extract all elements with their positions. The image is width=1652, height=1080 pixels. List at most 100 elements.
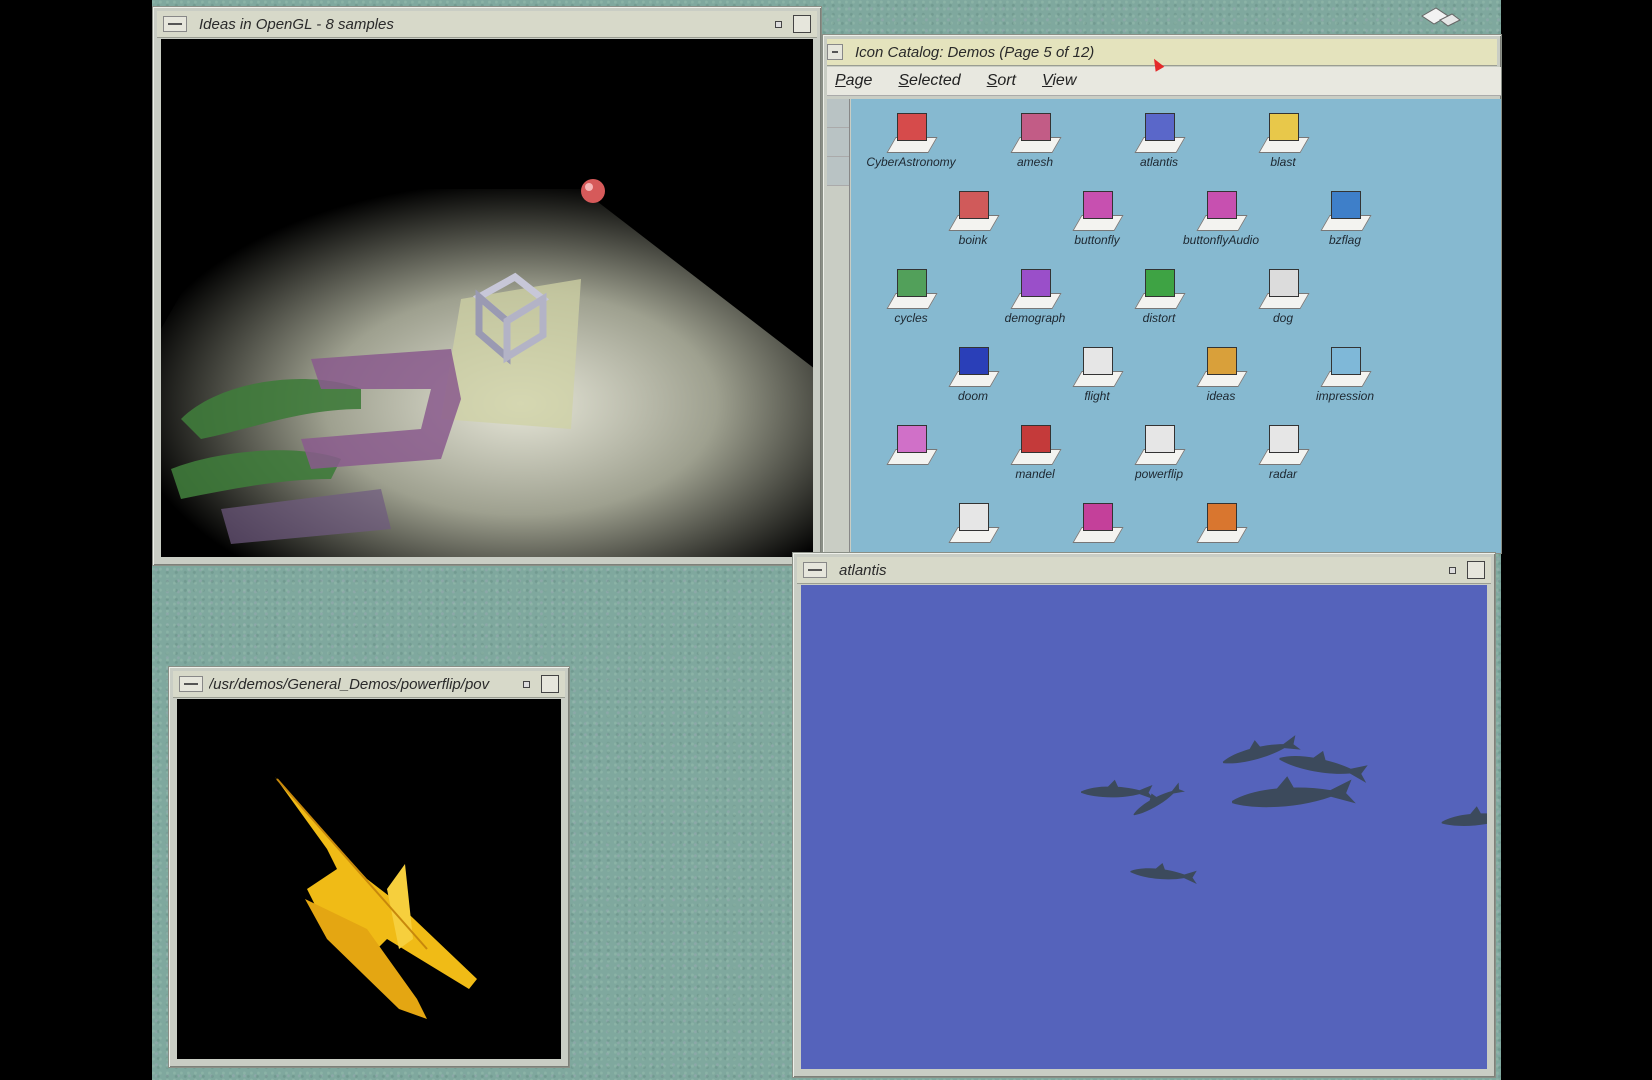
app-icon	[1257, 111, 1310, 153]
catalog-icon[interactable]: distort	[1103, 267, 1215, 325]
maximize-icon[interactable]	[793, 15, 811, 33]
shark	[1441, 806, 1487, 826]
catalog-icon[interactable]: amesh	[979, 111, 1091, 169]
icon-art	[1145, 425, 1175, 453]
catalog-icon[interactable]: buttonfly	[1041, 189, 1153, 247]
yellow-plane-render	[275, 777, 477, 1019]
menu-selected[interactable]: Selected	[898, 72, 960, 90]
icon-art	[1331, 191, 1361, 219]
icon-label: distort	[1142, 311, 1176, 325]
catalog-icon[interactable]: flight	[1041, 345, 1153, 403]
window-menu-icon[interactable]	[163, 16, 187, 32]
catalog-icon[interactable]	[1041, 501, 1153, 545]
page-tab[interactable]	[827, 157, 849, 186]
catalog-page-tabs	[827, 99, 850, 553]
catalog-icon[interactable]: ideas	[1165, 345, 1277, 403]
window-menu-icon[interactable]	[827, 44, 843, 60]
icon-art	[897, 425, 927, 453]
atlantis-titlebar[interactable]: atlantis	[797, 557, 1491, 584]
atlantis-canvas[interactable]	[801, 585, 1487, 1069]
icon-art	[1269, 113, 1299, 141]
powerflip-window[interactable]: /usr/demos/General_Demos/powerflip/pov	[168, 666, 570, 1068]
maximize-icon[interactable]	[1467, 561, 1485, 579]
minimize-icon[interactable]	[1445, 563, 1459, 577]
minimize-icon[interactable]	[519, 677, 533, 691]
app-icon	[885, 111, 938, 153]
icon-art	[1269, 425, 1299, 453]
shark	[1279, 750, 1368, 783]
app-icon	[1257, 267, 1310, 309]
app-icon	[947, 189, 1000, 231]
catalog-icon[interactable]: boink	[917, 189, 1029, 247]
icon-label: dog	[1272, 311, 1294, 325]
app-icon	[885, 267, 938, 309]
app-icon	[1133, 267, 1186, 309]
app-icon	[1071, 345, 1124, 387]
catalog-icon[interactable]: radar	[1227, 423, 1339, 481]
catalog-menubar: Page Selected Sort View	[827, 67, 1501, 96]
desktop-icon[interactable]	[1418, 6, 1462, 30]
catalog-icon[interactable]	[1165, 501, 1277, 545]
catalog-icon[interactable]: doom	[917, 345, 1029, 403]
powerflip-canvas[interactable]	[177, 699, 561, 1059]
page-tab[interactable]	[827, 128, 849, 157]
catalog-icon[interactable]: impression	[1289, 345, 1401, 403]
icon-art	[959, 503, 989, 531]
window-menu-icon[interactable]	[179, 676, 203, 692]
shark-scene	[1081, 735, 1487, 885]
icon-label: ideas	[1206, 389, 1236, 403]
icon-art	[1083, 503, 1113, 531]
ideas-titlebar[interactable]: Ideas in OpenGL - 8 samples	[157, 11, 817, 38]
menu-view[interactable]: View	[1042, 72, 1076, 90]
menu-sort[interactable]: Sort	[987, 72, 1016, 90]
app-icon	[1071, 189, 1124, 231]
window-menu-icon[interactable]	[803, 562, 827, 578]
icon-catalog-window[interactable]: Icon Catalog: Demos (Page 5 of 12) Page …	[822, 34, 1502, 554]
catalog-icon[interactable]: mandel	[979, 423, 1091, 481]
maximize-icon[interactable]	[541, 675, 559, 693]
catalog-icon[interactable]: demograph	[979, 267, 1091, 325]
icon-label: buttonfly	[1074, 233, 1120, 247]
atlantis-window[interactable]: atlantis	[792, 552, 1496, 1078]
ideas-window[interactable]: Ideas in OpenGL - 8 samples	[152, 6, 822, 566]
icon-label: powerflip	[1134, 467, 1184, 481]
powerflip-titlebar[interactable]: /usr/demos/General_Demos/powerflip/pov	[173, 671, 565, 698]
menu-page[interactable]: Page	[835, 72, 872, 90]
catalog-icon[interactable]: powerflip	[1103, 423, 1215, 481]
app-icon	[885, 423, 938, 465]
app-icon	[1319, 189, 1372, 231]
app-icon	[1257, 423, 1310, 465]
page-tab[interactable]	[827, 99, 849, 128]
minimize-icon[interactable]	[771, 17, 785, 31]
icon-grid: CyberAstronomy amesh atlantis blast boink but…	[851, 99, 1501, 553]
shark	[1133, 782, 1185, 816]
icon-label: atlantis	[1139, 155, 1179, 169]
icon-art	[959, 191, 989, 219]
catalog-icon[interactable]	[855, 423, 967, 467]
app-icon	[1133, 111, 1186, 153]
icon-art	[1207, 191, 1237, 219]
opengl-scene	[161, 179, 813, 557]
app-icon	[1009, 423, 1062, 465]
catalog-icon[interactable]: atlantis	[1103, 111, 1215, 169]
app-icon	[1195, 501, 1248, 543]
catalog-icon[interactable]: cycles	[855, 267, 967, 325]
icon-label: buttonflyAudio	[1182, 233, 1260, 247]
icon-art	[897, 269, 927, 297]
catalog-icon[interactable]: dog	[1227, 267, 1339, 325]
app-icon	[947, 501, 1000, 543]
window-title: Ideas in OpenGL - 8 samples	[199, 15, 394, 33]
app-icon	[1319, 345, 1372, 387]
window-title: /usr/demos/General_Demos/powerflip/pov	[209, 675, 490, 693]
catalog-icon[interactable]: bzflag	[1289, 189, 1401, 247]
icon-label: amesh	[1016, 155, 1054, 169]
catalog-icon[interactable]	[917, 501, 1029, 545]
catalog-icon[interactable]: CyberAstronomy	[855, 111, 967, 169]
ideas-canvas[interactable]	[161, 39, 813, 557]
catalog-icon[interactable]: buttonflyAudio	[1165, 189, 1277, 247]
icon-art	[1083, 347, 1113, 375]
catalog-icon[interactable]: blast	[1227, 111, 1339, 169]
icon-label: boink	[958, 233, 988, 247]
desktop-file-icon	[1421, 7, 1461, 27]
icon-art	[1021, 425, 1051, 453]
